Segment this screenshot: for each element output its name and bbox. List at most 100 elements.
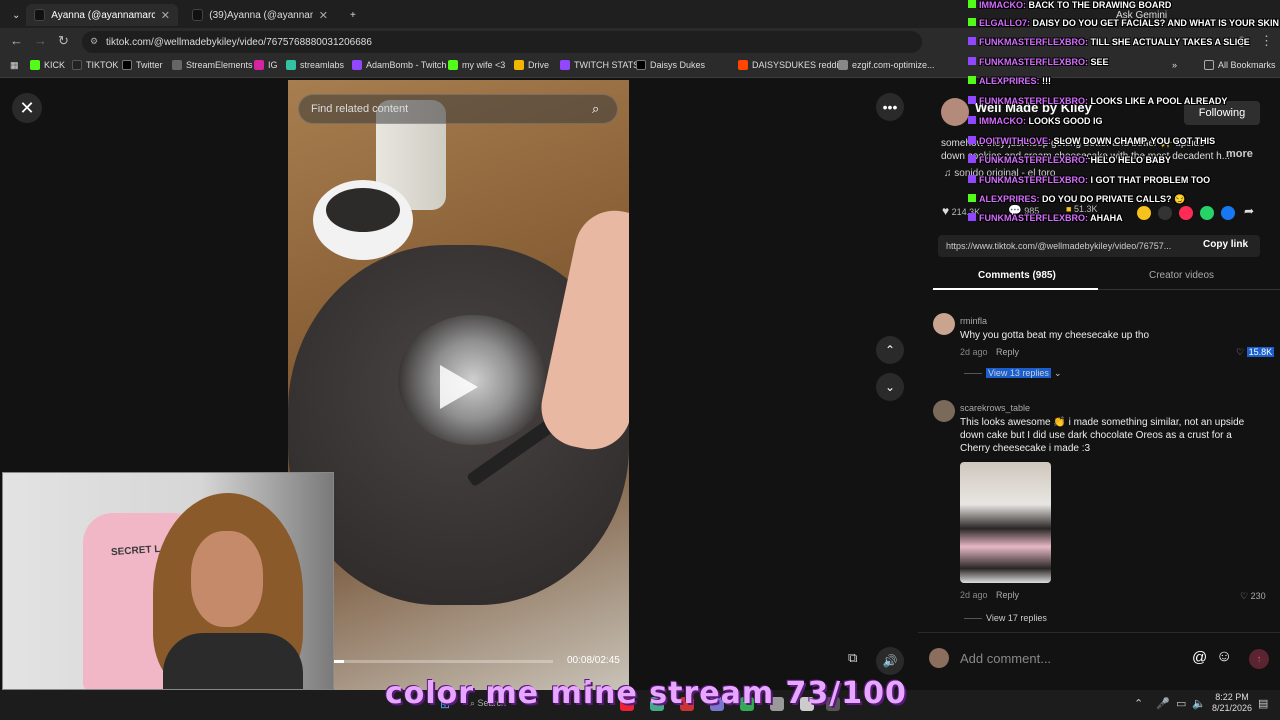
twitch-icon	[968, 175, 976, 183]
comment-image[interactable]	[960, 462, 1051, 583]
bookmark-kick[interactable]: KICK	[30, 60, 65, 70]
reply-button[interactable]: Reply	[996, 590, 1019, 600]
chat-message: FUNKMASTERFLEXBRO: TILL SHE ACTUALLY TAK…	[968, 37, 1250, 47]
site-info-icon[interactable]: ⚙	[90, 36, 98, 47]
tab-comments[interactable]: Comments (985)	[978, 270, 1056, 281]
more-options-button[interactable]: •••	[876, 93, 904, 121]
music-note-icon: ♫	[944, 168, 955, 179]
tab-list-button[interactable]: ⌄	[4, 4, 28, 26]
author-avatar[interactable]	[941, 98, 969, 126]
network-icon[interactable]: ▭	[1176, 697, 1186, 710]
bookmark-twitter[interactable]: Twitter	[122, 60, 163, 70]
bookmark-daisys-dukes[interactable]: Daisys Dukes	[636, 60, 705, 70]
browser-tab-1[interactable]: Ayanna (@ayannamarcelin) | Ti ✕	[26, 4, 178, 26]
commenter-avatar[interactable]	[933, 400, 955, 422]
tab-creator-videos[interactable]: Creator videos	[1149, 270, 1214, 281]
chevron-up-icon[interactable]: ⌃	[1134, 697, 1143, 710]
apps-icon[interactable]: ▦	[10, 60, 19, 71]
chat-message: IMMACKO: LOOKS GOOD IG	[968, 116, 1103, 126]
progress-bar[interactable]	[333, 660, 553, 663]
whatsapp-icon[interactable]	[1200, 206, 1214, 220]
drive-icon	[514, 60, 524, 70]
progress-fill	[333, 660, 344, 663]
forward-icon[interactable]: →	[34, 33, 47, 48]
share-icon[interactable]: ➦	[1244, 204, 1254, 218]
streamelements-icon	[172, 60, 182, 70]
bookmark-ezgif[interactable]: ezgif.com-optimize...	[838, 60, 935, 70]
twitch-icon	[968, 116, 976, 124]
copy-link-button[interactable]: Copy link	[1203, 239, 1248, 250]
bookmark-adambomb[interactable]: AdamBomb - Twitch	[352, 60, 446, 70]
view-replies-button[interactable]: View 17 replies	[986, 613, 1047, 623]
bookmark-drive[interactable]: Drive	[514, 60, 549, 70]
facebook-icon[interactable]	[1221, 206, 1235, 220]
coin-icon[interactable]	[1137, 206, 1151, 220]
tiktok-icon	[72, 60, 82, 70]
next-video-button[interactable]: ⌄	[876, 373, 904, 401]
close-icon: ✕	[19, 97, 35, 118]
search-icon[interactable]: ⌕	[592, 101, 599, 117]
reload-icon[interactable]: ↻	[58, 33, 69, 49]
bookmark-tiktok[interactable]: TIKTOK	[72, 60, 118, 70]
play-icon[interactable]	[440, 365, 478, 409]
notification-icon[interactable]: ▤	[1258, 697, 1268, 710]
comment-username[interactable]: scarekrows_table	[960, 403, 1030, 413]
related-search-input[interactable]: Find related content	[298, 94, 618, 124]
emoji-icon[interactable]: ☺	[1216, 648, 1232, 666]
all-bookmarks[interactable]: All Bookmarks	[1204, 60, 1276, 70]
new-tab-button[interactable]: +	[342, 4, 364, 26]
volume-button[interactable]: 🔊	[876, 647, 904, 675]
tiktok-icon	[192, 9, 204, 21]
comment-date: 2d ago	[960, 590, 988, 600]
twitch-icon	[352, 60, 362, 70]
close-tab-icon[interactable]: ✕	[319, 9, 328, 22]
comment-like-button[interactable]: ♡ 230	[1240, 591, 1266, 602]
comment-username[interactable]: rminfla	[960, 316, 987, 326]
bookmark-streamelements[interactable]: StreamElements	[172, 60, 253, 70]
comment-like-button[interactable]: ♡ 15.8K	[1236, 347, 1275, 358]
comment-date: 2d ago	[960, 347, 988, 357]
video-time: 00:08/02:45	[567, 655, 620, 666]
heart-icon: ♡	[1240, 591, 1249, 601]
webcam-feed: SECRET LAB	[2, 472, 334, 690]
more-link[interactable]: more	[1226, 148, 1253, 160]
x-icon	[122, 60, 132, 70]
kick-icon	[30, 60, 40, 70]
pip-icon[interactable]: ⧉	[848, 650, 857, 666]
stream-title-banner: color me mine stream 73/100	[385, 676, 907, 711]
browser-tab-2[interactable]: (39)Ayanna (@ayannamarcelin) ✕	[184, 4, 336, 26]
mention-icon[interactable]: @	[1192, 649, 1207, 666]
ellipsis-icon: •••	[882, 99, 898, 115]
chevron-down-icon: ⌄	[12, 9, 21, 21]
folder-icon	[1204, 60, 1214, 70]
chat-message: FUNKMASTERFLEXBRO: I GOT THAT PROBLEM TO…	[968, 175, 1210, 185]
menu-icon[interactable]: ⋮	[1260, 33, 1273, 49]
close-video-button[interactable]: ✕	[12, 93, 42, 123]
previous-video-button[interactable]: ⌃	[876, 336, 904, 364]
speaker-icon: 🔊	[882, 654, 898, 668]
close-tab-icon[interactable]: ✕	[161, 9, 170, 22]
bookmark-streamlabs[interactable]: streamlabs	[286, 60, 344, 70]
url-field[interactable]: ⚙ tiktok.com/@wellmadebykiley/video/7675…	[82, 31, 922, 53]
streamlabs-icon	[286, 60, 296, 70]
kick-icon	[968, 18, 976, 26]
microphone-icon[interactable]: 🎤	[1156, 697, 1170, 710]
reply-button[interactable]: Reply	[996, 347, 1019, 357]
view-replies-button[interactable]: View 13 replies	[986, 368, 1051, 378]
arrow-up-icon: ↑	[1256, 653, 1262, 665]
send-to-friends-icon[interactable]	[1179, 206, 1193, 220]
commenter-avatar[interactable]	[933, 313, 955, 335]
post-comment-button[interactable]: ↑	[1249, 649, 1269, 669]
volume-icon[interactable]: 🔈	[1192, 697, 1206, 710]
bookmark-reddit[interactable]: DAISYSDUKES reddit	[738, 60, 841, 70]
kick-icon	[968, 0, 976, 8]
bookmark-my-wife[interactable]: my wife <3	[448, 60, 505, 70]
back-icon[interactable]: ←	[10, 33, 23, 48]
embed-icon[interactable]	[1158, 206, 1172, 220]
bookmark-ig[interactable]: IG	[254, 60, 278, 70]
bookmark-twitch-stats[interactable]: TWITCH STATS	[560, 60, 639, 70]
comment-input[interactable]: Add comment...	[960, 651, 1051, 666]
tiktok-icon	[34, 9, 46, 21]
taskbar-clock[interactable]: 8:22 PM 8/21/2026	[1212, 692, 1252, 714]
more-bookmarks-icon[interactable]: »	[1172, 60, 1177, 70]
